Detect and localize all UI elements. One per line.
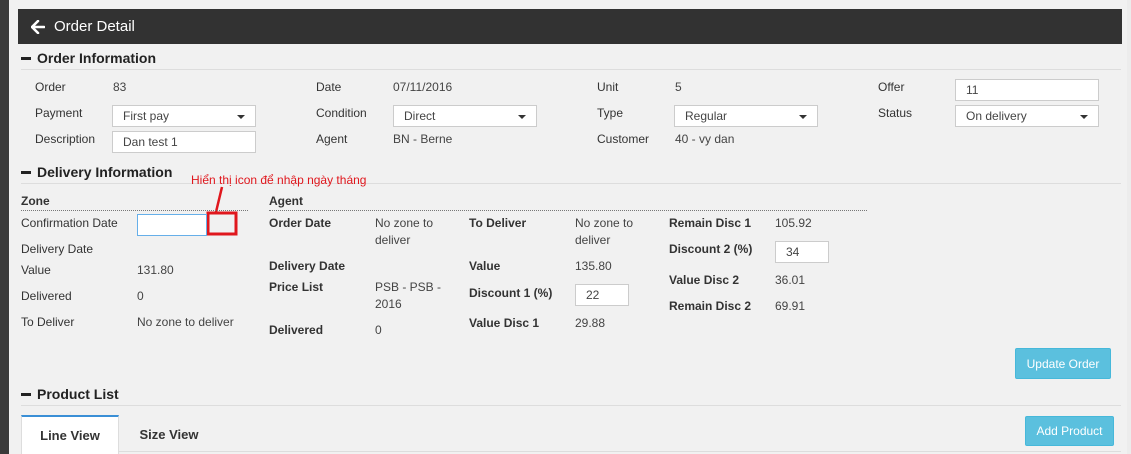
page-title: Order Detail (54, 18, 135, 35)
collapse-minus-icon[interactable] (21, 56, 31, 60)
offer-label: Offer (878, 80, 905, 94)
caret-down-icon (799, 115, 807, 119)
payment-label: Payment (35, 106, 83, 120)
delivery-information-heading[interactable]: Delivery Information (21, 164, 172, 180)
order-label: Order (35, 80, 66, 94)
remain-disc2-value: 69.91 (775, 299, 806, 313)
agent-underline (269, 210, 867, 211)
customer-value: 40 - vy dan (675, 132, 735, 146)
discount1-input[interactable]: 22 (575, 284, 629, 306)
agent-to-deliver-value: No zone to deliver (575, 216, 634, 247)
discount2-input[interactable]: 34 (775, 241, 829, 263)
condition-select-value: Direct (404, 109, 436, 123)
type-select[interactable]: Regular (674, 105, 818, 127)
divider (21, 69, 1121, 70)
customer-label: Customer (597, 132, 650, 146)
arrow-left-icon[interactable] (24, 19, 52, 34)
agent-delivered-label: Delivered (269, 323, 324, 337)
agent-to-deliver-label: To Deliver (469, 216, 527, 230)
discount1-label: Discount 1 (%) (469, 286, 553, 300)
agent-value: BN - Berne (393, 132, 453, 146)
right-edge-shadow (1127, 0, 1131, 454)
confirmation-date-label: Confirmation Date (21, 216, 118, 230)
delivery-information-title: Delivery Information (37, 164, 173, 180)
payment-select-value: First pay (123, 109, 170, 123)
status-select[interactable]: On delivery (955, 105, 1099, 127)
type-select-value: Regular (685, 109, 728, 123)
description-input[interactable]: Dan test 1 (112, 131, 256, 153)
caret-down-icon (237, 115, 245, 119)
value-disc1-value: 29.88 (575, 316, 606, 330)
order-information-heading[interactable]: Order Information (21, 50, 156, 66)
collapse-minus-icon[interactable] (21, 170, 31, 174)
payment-select[interactable]: First pay (112, 105, 256, 127)
value-disc2-label: Value Disc 2 (669, 273, 740, 287)
offer-input[interactable]: 11 (955, 79, 1099, 101)
zone-delivery-date-label: Delivery Date (21, 242, 94, 256)
condition-label: Condition (316, 106, 367, 120)
agent-value: 135.80 (575, 259, 612, 273)
annotation-text: Hiển thị icon để nhập ngày tháng (191, 173, 367, 187)
zone-value: 131.80 (137, 263, 174, 277)
value-disc1-label: Value Disc 1 (469, 316, 540, 330)
order-date-label: Order Date (269, 216, 332, 230)
condition-select[interactable]: Direct (393, 105, 537, 127)
description-label: Description (35, 132, 96, 146)
status-label: Status (878, 106, 913, 120)
divider (21, 405, 1121, 406)
remain-disc2-label: Remain Disc 2 (669, 299, 752, 313)
discount1-value: 22 (586, 288, 600, 302)
agent-header: Agent (269, 194, 303, 208)
product-list-title: Product List (37, 386, 119, 402)
offer-input-value: 11 (966, 83, 979, 97)
order-information-title: Order Information (37, 50, 157, 66)
value-disc2-value: 36.01 (775, 273, 806, 287)
zone-underline (21, 210, 248, 211)
zone-header: Zone (21, 194, 50, 208)
product-list-heading[interactable]: Product List (21, 386, 119, 402)
confirmation-date-input[interactable] (137, 214, 207, 236)
zone-value-label: Value (21, 263, 51, 277)
price-list-value: PSB - PSB - 2016 (375, 280, 442, 311)
agent-value-label: Value (469, 259, 501, 273)
zone-to-deliver-value: No zone to deliver (137, 315, 234, 329)
description-input-value: Dan test 1 (123, 135, 178, 149)
unit-value: 5 (675, 80, 682, 94)
zone-delivered-value: 0 (137, 289, 144, 303)
agent-delivery-date-label: Delivery Date (269, 259, 346, 273)
remain-disc1-value: 105.92 (775, 216, 812, 230)
unit-label: Unit (597, 80, 619, 94)
status-select-value: On delivery (966, 109, 1027, 123)
add-product-button[interactable]: Add Product (1025, 416, 1114, 446)
type-label: Type (597, 106, 624, 120)
order-value: 83 (113, 80, 127, 94)
caret-down-icon (518, 115, 526, 119)
zone-to-deliver-label: To Deliver (21, 315, 75, 329)
zone-delivered-label: Delivered (21, 289, 72, 303)
update-order-button[interactable]: Update Order (1015, 348, 1111, 379)
page-header: Order Detail (18, 9, 1122, 44)
date-label: Date (316, 80, 342, 94)
order-date-value: No zone to deliver (375, 216, 434, 247)
agent-delivered-value: 0 (375, 323, 382, 337)
left-edge-shadow (0, 0, 9, 454)
discount2-value: 34 (786, 245, 800, 259)
collapse-minus-icon[interactable] (21, 392, 31, 396)
discount2-label: Discount 2 (%) (669, 242, 753, 256)
date-value: 07/11/2016 (393, 80, 453, 94)
tab-size-view[interactable]: Size View (128, 415, 210, 454)
agent-label: Agent (316, 132, 348, 146)
tab-line-view[interactable]: Line View (21, 415, 119, 454)
remain-disc1-label: Remain Disc 1 (669, 216, 752, 230)
divider (21, 183, 1121, 184)
caret-down-icon (1080, 115, 1088, 119)
price-list-label: Price List (269, 280, 324, 294)
